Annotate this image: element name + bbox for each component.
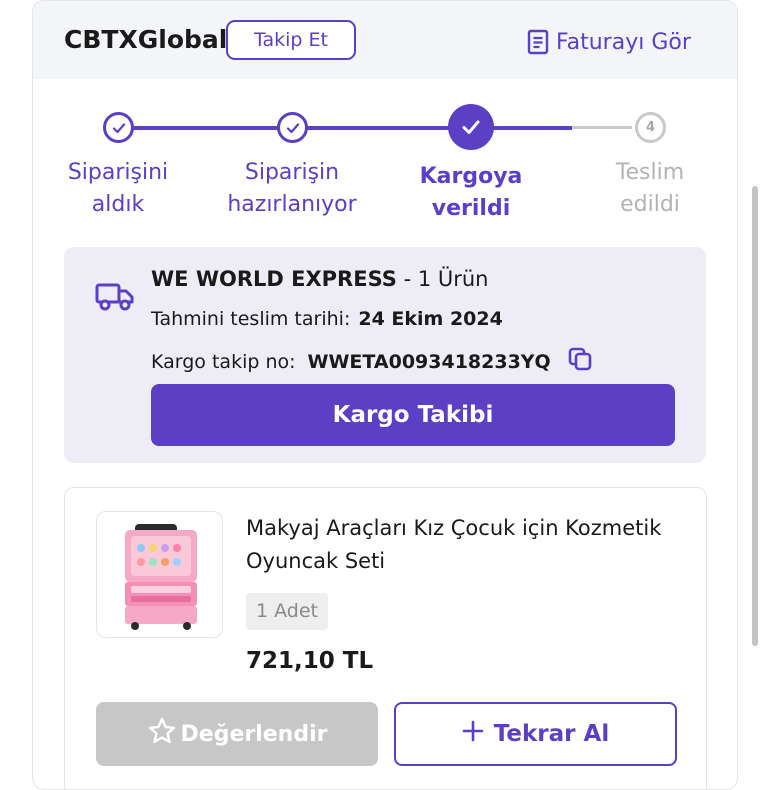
track-shipment-button[interactable]: Kargo Takibi (151, 384, 675, 446)
step-3-check-icon (448, 104, 494, 150)
delivery-date: 24 Ekim 2024 (358, 308, 503, 330)
progress-line-pending (572, 126, 632, 129)
order-header: CBTXGlobal Takip Et Faturayı Gör (33, 1, 737, 79)
invoice-icon (527, 29, 549, 55)
delivery-label: Tahmini teslim tarihi: (151, 308, 351, 330)
step-1-check-icon (103, 112, 134, 143)
follow-button[interactable]: Takip Et (226, 20, 356, 60)
order-status-stepper: 4 Siparişini aldık Siparişin hazırlanıyo… (33, 97, 737, 227)
step-3-label: Kargoya verildi (419, 164, 523, 221)
carrier-name: WE WORLD EXPRESS (151, 267, 397, 291)
product-image[interactable] (96, 511, 223, 638)
seller-name[interactable]: CBTXGlobal (64, 25, 227, 54)
tracking-label: Kargo takip no: (151, 350, 296, 373)
buy-again-label: Tekrar Al (493, 721, 610, 747)
step-2-check-icon (277, 112, 308, 143)
carrier-info: WE WORLD EXPRESS - 1 Ürün (151, 267, 488, 291)
step-1-label: Siparişini aldık (67, 160, 169, 217)
product-name[interactable]: Makyaj Araçları Kız Çocuk için Kozmetik … (246, 512, 666, 578)
item-count: - 1 Ürün (396, 267, 489, 291)
copy-icon[interactable] (567, 346, 593, 377)
tracking-info: Kargo takip no: WWETA0093418233YQ (151, 346, 593, 377)
estimated-delivery: Tahmini teslim tarihi: 24 Ekim 2024 (151, 308, 503, 330)
plus-icon (462, 720, 484, 748)
progress-line-complete (133, 126, 572, 130)
order-card: CBTXGlobal Takip Et Faturayı Gör 4 Sipar… (32, 0, 738, 790)
truck-icon (95, 281, 135, 317)
step-4-number: 4 (635, 112, 666, 143)
rate-button[interactable]: Değerlendir (96, 702, 378, 766)
step-4-label: Teslim edildi (615, 160, 685, 217)
quantity-badge: 1 Adet (246, 593, 328, 630)
star-icon (147, 716, 177, 752)
view-invoice-link[interactable]: Faturayı Gör (527, 27, 691, 57)
scrollbar[interactable] (752, 186, 758, 646)
shipment-info-box: WE WORLD EXPRESS - 1 Ürün Tahmini teslim… (64, 247, 706, 463)
tracking-number: WWETA0093418233YQ (307, 350, 551, 373)
step-2-label: Siparişin hazırlanıyor (227, 160, 357, 217)
buy-again-button[interactable]: Tekrar Al (394, 702, 677, 766)
product-price: 721,10 TL (246, 648, 374, 674)
rate-button-label: Değerlendir (180, 721, 328, 747)
product-item: Makyaj Araçları Kız Çocuk için Kozmetik … (64, 487, 707, 789)
invoice-label: Faturayı Gör (556, 29, 691, 55)
